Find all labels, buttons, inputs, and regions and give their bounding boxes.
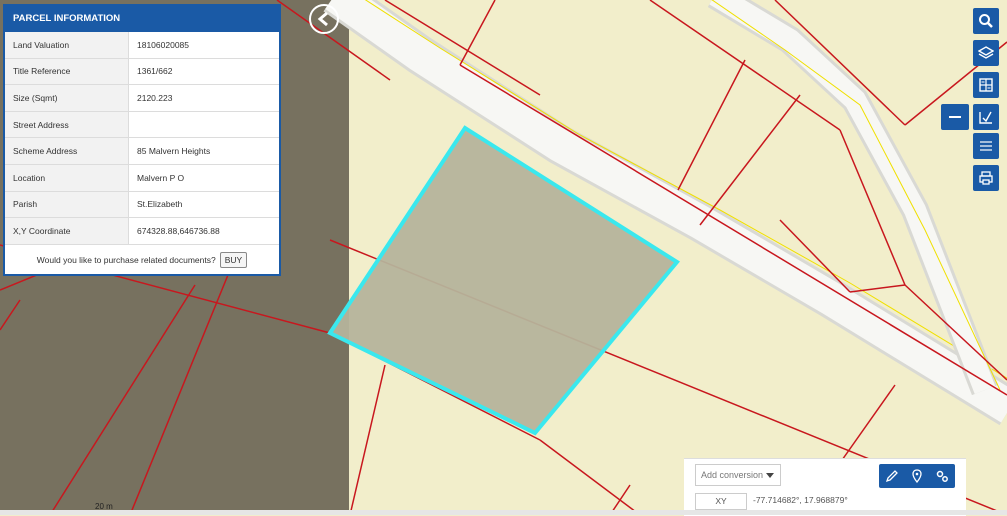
- table-row: X,Y Coordinate 674328.88,646736.88: [5, 217, 279, 245]
- layers-button[interactable]: [973, 40, 999, 66]
- buy-button[interactable]: BUY: [219, 251, 248, 268]
- coordinate-widget: Add conversion XY -77.714682°, 17.968879…: [684, 458, 966, 516]
- print-button[interactable]: [973, 165, 999, 191]
- conversion-placeholder: Add conversion: [701, 470, 764, 480]
- row-value: 2120.223: [128, 84, 279, 112]
- chevron-left-icon: [317, 11, 328, 27]
- search-icon: [979, 14, 993, 28]
- measure-button[interactable]: [973, 104, 999, 130]
- settings-icon[interactable]: [935, 469, 949, 483]
- row-label: Parish: [5, 191, 129, 219]
- pencil-icon[interactable]: [885, 469, 899, 483]
- row-value: 85 Malvern Heights: [128, 137, 279, 165]
- calculator-button[interactable]: [973, 72, 999, 98]
- table-row: Title Reference 1361/662: [5, 58, 279, 86]
- table-row: Location Malvern P O: [5, 164, 279, 192]
- row-label: Scheme Address: [5, 137, 129, 165]
- row-value: Malvern P O: [128, 164, 279, 192]
- row-label: Location: [5, 164, 129, 192]
- panel-title: PARCEL INFORMATION: [5, 6, 279, 32]
- row-label: X,Y Coordinate: [5, 217, 129, 245]
- purchase-row: Would you like to purchase related docum…: [5, 245, 279, 275]
- measure-icon: [979, 111, 992, 124]
- table-row: Parish St.Elizabeth: [5, 191, 279, 219]
- list-icon: [980, 141, 992, 151]
- table-row: Size (Sqmt) 2120.223: [5, 84, 279, 112]
- print-icon: [979, 171, 993, 185]
- collapse-panel-button[interactable]: [309, 4, 339, 34]
- row-label: Size (Sqmt): [5, 84, 129, 112]
- add-conversion-select[interactable]: Add conversion: [695, 464, 781, 486]
- purchase-prompt: Would you like to purchase related docum…: [36, 254, 216, 265]
- caret-down-icon: [766, 473, 774, 478]
- row-value: 18106020085: [128, 32, 279, 59]
- row-label: Land Valuation: [5, 32, 129, 59]
- collapse-icon: [949, 116, 961, 118]
- collapse-toolbar-button[interactable]: [941, 104, 969, 130]
- calculator-icon: [979, 78, 993, 92]
- row-value: 1361/662: [128, 58, 279, 86]
- search-button[interactable]: [973, 8, 999, 34]
- row-value: 674328.88,646736.88: [128, 217, 279, 245]
- bottom-strip: [0, 510, 1007, 515]
- table-row: Scheme Address 85 Malvern Heights: [5, 137, 279, 165]
- row-value: [128, 111, 279, 139]
- location-marker-icon[interactable]: [910, 469, 924, 483]
- row-value: St.Elizabeth: [128, 191, 279, 219]
- table-row: Street Address: [5, 111, 279, 139]
- row-label: Title Reference: [5, 58, 129, 86]
- list-button[interactable]: [973, 133, 999, 159]
- table-row: Land Valuation 18106020085: [5, 32, 279, 59]
- xy-label[interactable]: XY: [695, 493, 747, 510]
- coordinate-value: -77.714682°, 17.968879°: [753, 495, 848, 505]
- parcel-info-table: Land Valuation 18106020085 Title Referen…: [5, 32, 279, 245]
- coordinate-tools: [879, 464, 955, 488]
- layers-icon: [978, 46, 994, 59]
- row-label: Street Address: [5, 111, 129, 139]
- parcel-info-panel: PARCEL INFORMATION Land Valuation 181060…: [3, 4, 281, 276]
